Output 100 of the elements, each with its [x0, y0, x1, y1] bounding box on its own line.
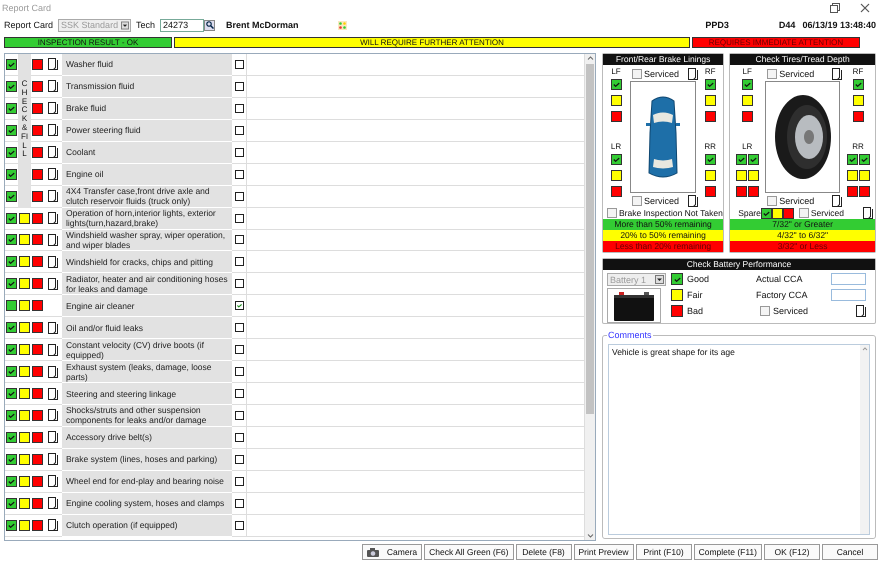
notes-cell[interactable] [246, 76, 584, 98]
checkbox[interactable] [234, 476, 244, 486]
pass-checkbox[interactable] [6, 146, 17, 158]
caution-box[interactable] [704, 170, 716, 181]
fail-box[interactable] [32, 80, 43, 92]
pass-checkbox[interactable] [6, 278, 17, 290]
pass-checkbox[interactable] [6, 432, 17, 443]
caution-box[interactable] [19, 278, 30, 290]
fail-box[interactable] [32, 190, 43, 202]
checkbox[interactable] [234, 498, 244, 508]
note-icon[interactable] [48, 256, 58, 268]
fail-box[interactable] [704, 111, 716, 122]
fail-box[interactable] [748, 186, 759, 197]
notes-cell[interactable] [246, 470, 584, 493]
fail-box[interactable] [846, 186, 858, 197]
checkbox[interactable] [234, 192, 244, 201]
note-icon[interactable] [832, 68, 842, 80]
caution-box[interactable] [610, 95, 622, 106]
checkbox[interactable] [632, 196, 642, 206]
note-icon[interactable] [48, 431, 58, 444]
note-icon[interactable] [48, 234, 58, 246]
scroll-up-icon[interactable] [586, 54, 594, 62]
note-icon[interactable] [48, 322, 58, 334]
notes-cell[interactable] [246, 98, 584, 120]
fail-box[interactable] [32, 410, 43, 421]
action-button[interactable]: OK (F12) [764, 544, 820, 560]
caution-box[interactable] [19, 322, 30, 334]
caution-box[interactable] [846, 170, 858, 181]
notes-cell[interactable] [246, 54, 584, 76]
notes-cell[interactable] [246, 383, 584, 405]
pass-checkbox[interactable] [760, 208, 772, 218]
pass-checkbox[interactable] [742, 79, 753, 90]
action-button[interactable]: Check All Green (F6) [424, 544, 514, 560]
caution-box[interactable] [19, 234, 30, 246]
note-icon[interactable] [48, 80, 58, 92]
notes-cell[interactable] [246, 273, 584, 296]
fail-box[interactable] [32, 58, 43, 70]
checkbox[interactable] [632, 68, 642, 78]
fail-box[interactable] [32, 102, 43, 114]
checkbox[interactable] [234, 454, 244, 464]
scroll-down-icon[interactable] [586, 532, 594, 540]
checkbox[interactable] [234, 82, 244, 91]
pass-checkbox[interactable] [6, 168, 17, 180]
search-button[interactable] [204, 20, 216, 30]
note-icon[interactable] [48, 497, 58, 510]
checkbox[interactable] [234, 345, 244, 354]
checkbox[interactable] [234, 432, 244, 442]
caution-box[interactable] [742, 95, 753, 106]
note-icon[interactable] [48, 409, 58, 422]
checkbox[interactable] [798, 208, 809, 218]
notes-cell[interactable] [246, 361, 584, 384]
note-icon[interactable] [48, 344, 58, 356]
tech-field[interactable]: 24273 [160, 18, 204, 32]
action-button[interactable]: Cancel [822, 544, 878, 560]
checkbox[interactable] [234, 367, 244, 376]
note-icon[interactable] [48, 453, 58, 466]
caution-box[interactable] [19, 454, 30, 465]
fail-box[interactable] [32, 300, 43, 312]
restore-icon[interactable] [830, 3, 840, 13]
note-icon[interactable] [863, 207, 873, 219]
note-icon[interactable] [688, 68, 698, 80]
pass-checkbox[interactable] [736, 154, 747, 165]
fail-box[interactable] [32, 388, 43, 400]
fail-box[interactable] [32, 344, 43, 356]
caution-box[interactable] [748, 170, 759, 181]
action-button[interactable]: Print (F10) [636, 544, 692, 560]
fail-box[interactable] [32, 146, 43, 158]
fail-box[interactable] [32, 278, 43, 290]
pass-checkbox[interactable] [6, 388, 17, 400]
caution-box[interactable] [19, 432, 30, 443]
pass-checkbox[interactable] [852, 79, 864, 90]
note-icon[interactable] [48, 475, 58, 488]
fail-box[interactable] [742, 111, 753, 122]
notes-cell[interactable] [246, 492, 584, 515]
pass-checkbox[interactable] [6, 410, 17, 421]
caution-box[interactable] [772, 208, 783, 218]
caution-box[interactable] [19, 366, 30, 378]
notes-cell[interactable] [246, 164, 584, 186]
note-icon[interactable] [48, 212, 58, 224]
notes-cell[interactable] [246, 426, 584, 449]
notes-cell[interactable] [246, 317, 584, 340]
caution-box[interactable] [19, 300, 30, 312]
pass-checkbox[interactable] [6, 124, 17, 136]
pass-checkbox[interactable] [6, 80, 17, 92]
notes-cell[interactable] [246, 295, 584, 318]
fail-box[interactable] [782, 208, 794, 218]
pass-checkbox[interactable] [6, 520, 17, 531]
note-icon[interactable] [688, 194, 698, 206]
checkbox[interactable] [234, 520, 244, 530]
camera-button[interactable]: Camera [362, 544, 422, 560]
pass-checkbox[interactable] [610, 79, 622, 90]
notes-cell[interactable] [246, 120, 584, 142]
checkbox[interactable] [234, 104, 244, 113]
pass-checkbox[interactable] [6, 300, 17, 312]
note-icon[interactable] [48, 102, 58, 114]
fail-box[interactable] [32, 322, 43, 334]
notes-cell[interactable] [246, 208, 584, 230]
fail-box[interactable] [32, 454, 43, 465]
rating-box[interactable] [671, 273, 683, 285]
checkbox[interactable] [234, 389, 244, 398]
